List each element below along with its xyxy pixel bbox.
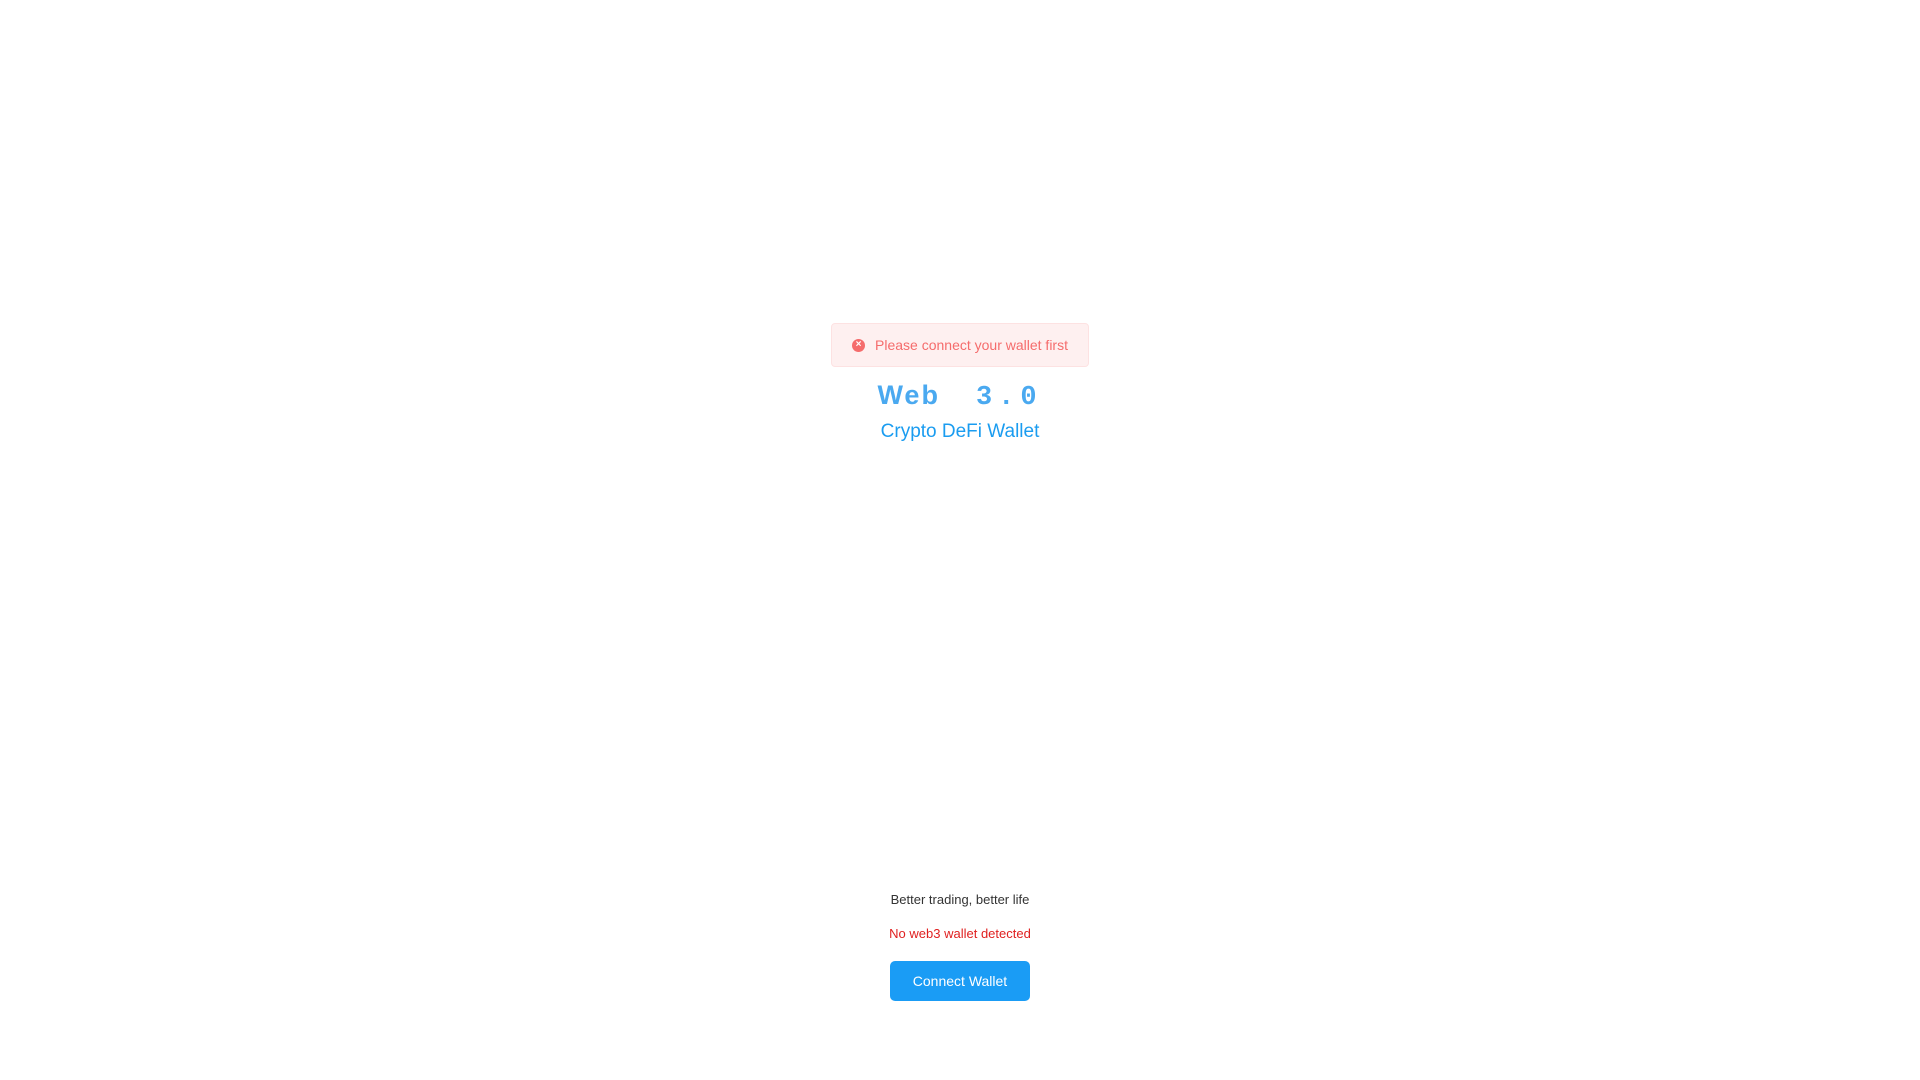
brand-subtitle: Crypto DeFi Wallet xyxy=(880,421,1040,442)
connect-wallet-button[interactable]: Connect Wallet xyxy=(890,961,1030,1001)
error-toast: × Please connect your wallet first xyxy=(831,323,1089,367)
tagline: Better trading, better life xyxy=(890,892,1030,907)
page: × Please connect your wallet first Web 3.… xyxy=(0,0,1920,1080)
brand-title: Web 3.0 xyxy=(0,380,1920,413)
toast-message: Please connect your wallet first xyxy=(875,337,1068,353)
brand-title-word: Web xyxy=(877,380,940,410)
no-wallet-warning: No web3 wallet detected xyxy=(889,926,1031,941)
connect-section: Better trading, better life No web3 wall… xyxy=(0,892,1920,1001)
brand: Web 3.0 Crypto DeFi Wallet xyxy=(0,380,1920,443)
brand-title-version: 3.0 xyxy=(975,383,1043,413)
error-circle-icon: × xyxy=(852,338,866,352)
